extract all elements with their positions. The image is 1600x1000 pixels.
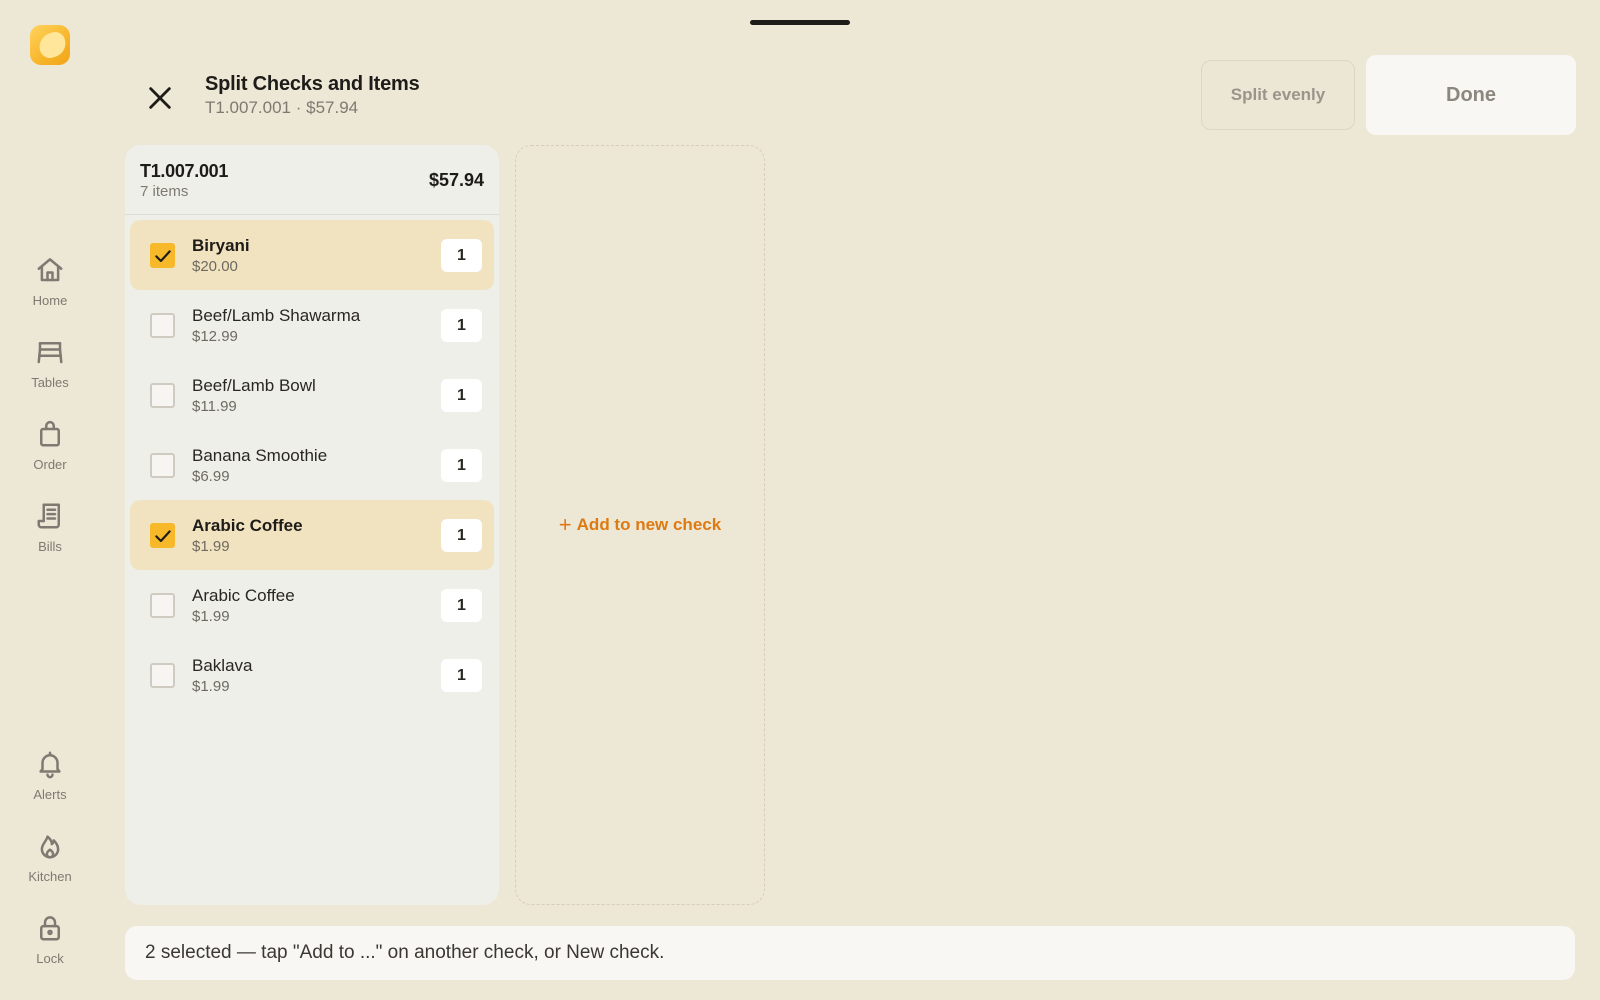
item-name: Arabic Coffee — [192, 516, 303, 535]
sidebar-item-lock[interactable]: Lock — [0, 913, 100, 983]
selection-status-text: 2 selected — tap "Add to ..." on another… — [145, 942, 665, 963]
close-icon — [149, 87, 171, 109]
checkmark-icon — [155, 250, 171, 263]
plus-icon: + — [558, 512, 572, 537]
page-title: Split Checks and Items — [205, 73, 420, 95]
item-price: $11.99 — [192, 398, 237, 415]
sidebar-item-label: Home — [32, 293, 68, 308]
sidebar-item-label: Order — [33, 457, 67, 472]
sidebar-item-order[interactable]: Order — [0, 419, 100, 489]
sidebar-item-label: Kitchen — [28, 869, 72, 884]
app-logo — [30, 25, 70, 65]
item-name: Baklava — [192, 656, 253, 675]
list-item[interactable]: Biryani $20.00 1 — [130, 220, 494, 290]
item-name: Beef/Lamb Shawarma — [192, 306, 361, 325]
list-item[interactable]: Beef/Lamb Shawarma $12.99 1 — [130, 290, 494, 360]
add-to-new-check-button[interactable]: + Add to new check — [515, 145, 765, 905]
sidebar-item-label: Lock — [36, 951, 64, 966]
sidebar-item-kitchen[interactable]: Kitchen — [0, 831, 100, 901]
receipt-icon — [37, 503, 60, 529]
item-checkbox[interactable] — [150, 313, 175, 338]
item-name: Arabic Coffee — [192, 586, 295, 605]
page-subtitle: T1.007.001 · $57.94 — [205, 98, 359, 117]
item-price: $1.99 — [192, 678, 230, 695]
item-checkbox[interactable] — [150, 523, 175, 548]
item-quantity[interactable]: 1 — [441, 659, 482, 692]
item-price: $1.99 — [192, 538, 230, 555]
item-quantity[interactable]: 1 — [441, 589, 482, 622]
item-price: $6.99 — [192, 468, 230, 485]
check-header: T1.007.001 7 items $57.94 — [125, 145, 499, 215]
close-button[interactable] — [140, 78, 180, 118]
home-indicator — [750, 20, 850, 25]
item-checkbox[interactable] — [150, 663, 175, 688]
done-button[interactable]: Done — [1366, 55, 1576, 135]
list-item[interactable]: Banana Smoothie $6.99 1 — [130, 430, 494, 500]
item-name: Biryani — [192, 236, 250, 255]
item-checkbox[interactable] — [150, 383, 175, 408]
flame-icon — [40, 835, 60, 859]
home-icon — [37, 258, 63, 282]
check-panel: T1.007.001 7 items $57.94 Biryani $20.00… — [125, 145, 499, 905]
sidebar-item-label: Tables — [31, 375, 69, 390]
item-name: Banana Smoothie — [192, 446, 328, 465]
item-name: Beef/Lamb Bowl — [192, 376, 316, 395]
item-quantity[interactable]: 1 — [441, 519, 482, 552]
add-to-new-check-label: + Add to new check — [559, 514, 721, 536]
table-icon — [37, 342, 63, 364]
selection-status-bar: 2 selected — tap "Add to ..." on another… — [125, 926, 1575, 980]
sidebar-item-bills[interactable]: Bills — [0, 501, 100, 571]
lock-icon — [40, 916, 60, 941]
item-checkbox[interactable] — [150, 243, 175, 268]
item-checkbox[interactable] — [150, 593, 175, 618]
sidebar-item-alerts[interactable]: Alerts — [0, 749, 100, 819]
checkmark-icon — [155, 530, 171, 543]
list-item[interactable]: Beef/Lamb Bowl $11.99 1 — [130, 360, 494, 430]
check-id: T1.007.001 — [140, 161, 229, 181]
split-evenly-button[interactable]: Split evenly — [1201, 60, 1355, 130]
check-item-count: 7 items — [140, 183, 189, 200]
check-total: $57.94 — [428, 170, 484, 190]
sidebar-item-label: Alerts — [33, 787, 67, 802]
sidebar-item-tables[interactable]: Tables — [0, 337, 100, 407]
item-quantity[interactable]: 1 — [441, 379, 482, 412]
list-item[interactable]: Baklava $1.99 1 — [130, 640, 494, 710]
item-quantity[interactable]: 1 — [441, 309, 482, 342]
item-price: $20.00 — [192, 258, 238, 275]
item-checkbox[interactable] — [150, 453, 175, 478]
list-item[interactable]: Arabic Coffee $1.99 1 — [130, 500, 494, 570]
item-price: $12.99 — [192, 328, 238, 345]
sidebar-item-label: Bills — [38, 539, 62, 554]
sidebar: Home Tables Order Bills Alerts Kitchen L… — [0, 0, 100, 1000]
list-item[interactable]: Arabic Coffee $1.99 1 — [130, 570, 494, 640]
sidebar-item-home[interactable]: Home — [0, 255, 100, 325]
add-to-new-check-text: Add to new check — [576, 515, 722, 534]
item-quantity[interactable]: 1 — [441, 239, 482, 272]
bell-icon — [39, 751, 61, 779]
shopping-bag-icon — [40, 420, 60, 447]
item-quantity[interactable]: 1 — [441, 449, 482, 482]
item-price: $1.99 — [192, 608, 230, 625]
